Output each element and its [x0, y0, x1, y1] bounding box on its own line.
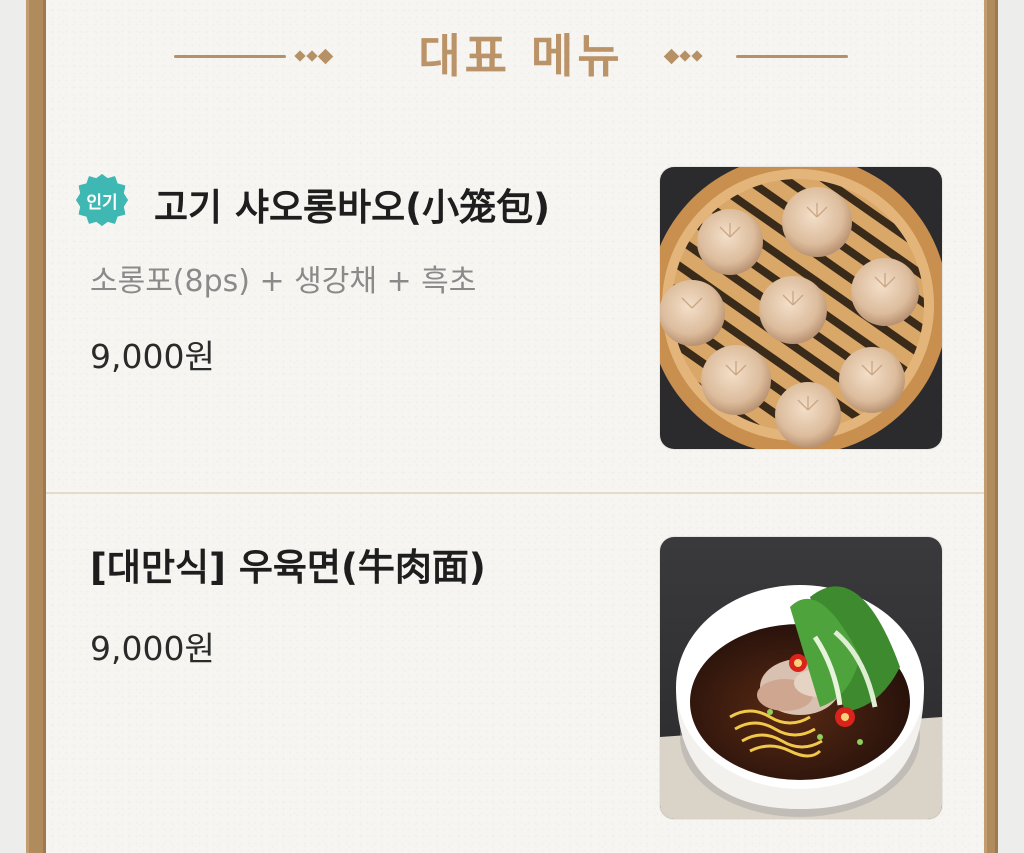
menu-page: 대표 메뉴 인기 고기 샤오롱바오(小笼包) 소롱포(8ps) + 생강채 + … [0, 0, 1024, 853]
menu-item-title: 고기 샤오롱바오(小笼包) [154, 186, 550, 229]
menu-item-price: 9,000원 [90, 629, 215, 668]
menu-item-price: 9,000원 [90, 337, 215, 376]
right-margin [998, 0, 1024, 853]
dumplings-illustration [660, 167, 942, 449]
diamond-ornament-left [294, 42, 334, 70]
steamed-dumplings-photo[interactable] [660, 167, 942, 449]
beef-noodle-soup-photo[interactable] [660, 537, 942, 819]
left-margin [0, 0, 26, 853]
header-line-right [736, 55, 848, 58]
header-line-left [174, 55, 286, 58]
section-header: 대표 메뉴 [46, 20, 984, 92]
menu-item-description: 소롱포(8ps) + 생강채 + 흑초 [90, 264, 477, 299]
menu-item-beef-noodle[interactable]: [대만식] 우육면(牛肉面) 9,000원 [46, 494, 984, 853]
menu-item-title: [대만식] 우육면(牛肉面) [90, 546, 486, 589]
right-gold-border [984, 0, 998, 853]
left-gold-border [26, 0, 46, 853]
diamond-ornament-right [663, 42, 703, 70]
noodle-bowl-illustration [660, 537, 942, 819]
section-title: 대표 메뉴 [418, 29, 624, 83]
menu-item-xiaolongbao[interactable]: 인기 고기 샤오롱바오(小笼包) 소롱포(8ps) + 생강채 + 흑초 9,0… [46, 150, 984, 492]
popular-badge: 인기 [76, 174, 128, 226]
